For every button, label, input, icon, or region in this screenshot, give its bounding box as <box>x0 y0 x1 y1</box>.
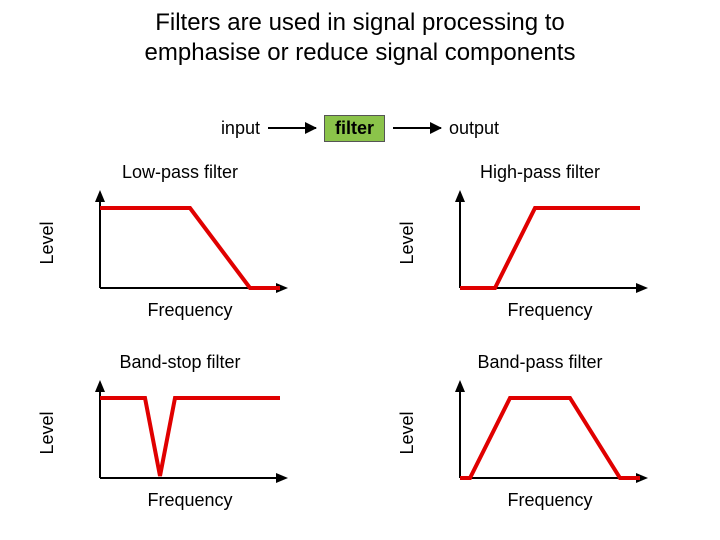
x-axis-label: Frequency <box>450 300 650 321</box>
title-line-2: emphasise or reduce signal components <box>145 39 576 66</box>
title-line-1: Filters are used in signal processing to <box>155 9 565 36</box>
plot-area <box>450 188 650 298</box>
filter-box: filter <box>324 115 385 142</box>
y-axis-label: Level <box>397 378 418 488</box>
output-label: output <box>449 118 499 139</box>
chart-title: Band-pass filter <box>360 352 720 373</box>
y-axis-label: Level <box>37 378 58 488</box>
page-title: Filters are used in signal processing to… <box>0 8 720 68</box>
arrow-icon <box>268 127 316 129</box>
chart-grid: Low-pass filter Level Frequency High-pas… <box>0 160 720 540</box>
flow-diagram: input filter output <box>0 108 720 148</box>
chart-lowpass: Low-pass filter Level Frequency <box>0 160 360 350</box>
x-axis-label: Frequency <box>90 300 290 321</box>
arrow-icon <box>393 127 441 129</box>
chart-bandstop: Band-stop filter Level Frequency <box>0 350 360 540</box>
chart-title: Band-stop filter <box>0 352 360 373</box>
plot-area <box>90 378 290 488</box>
plot-area <box>90 188 290 298</box>
chart-bandpass: Band-pass filter Level Frequency <box>360 350 720 540</box>
chart-highpass: High-pass filter Level Frequency <box>360 160 720 350</box>
plot-area <box>450 378 650 488</box>
input-label: input <box>221 118 260 139</box>
x-axis-label: Frequency <box>450 490 650 511</box>
chart-title: Low-pass filter <box>0 162 360 183</box>
x-axis-label: Frequency <box>90 490 290 511</box>
y-axis-label: Level <box>37 188 58 298</box>
y-axis-label: Level <box>397 188 418 298</box>
chart-title: High-pass filter <box>360 162 720 183</box>
